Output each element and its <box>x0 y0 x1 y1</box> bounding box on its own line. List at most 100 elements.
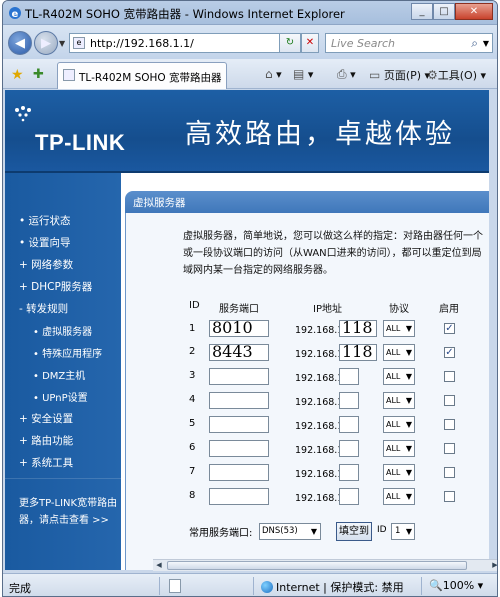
home-button[interactable]: ⌂ ▾ <box>265 67 282 81</box>
protocol-select[interactable]: ALL ▼ <box>383 344 415 361</box>
protocol-value: ALL <box>386 492 401 501</box>
browser-window: e TL-R402M SOHO 宽带路由器 - Windows Internet… <box>2 0 498 597</box>
search-icon[interactable]: ⌕ <box>471 36 478 51</box>
enable-checkbox[interactable] <box>444 491 455 502</box>
horizontal-scrollbar[interactable]: ◀ ▶ <box>153 559 497 571</box>
scroll-left-icon[interactable]: ◀ <box>153 561 165 571</box>
stop-button[interactable]: ✕ <box>301 33 319 53</box>
tab-router[interactable]: TL-R402M SOHO 宽带路由器 <box>57 62 227 89</box>
row-id: 6 <box>189 442 196 453</box>
ip-last-octet-field[interactable] <box>339 392 359 409</box>
command-bar: ★ ✚ TL-R402M SOHO 宽带路由器 ⌂ ▾ ▤ ▾ ⎙ ▾ ▭ 页面… <box>3 59 497 89</box>
enable-checkbox[interactable] <box>444 419 455 430</box>
port-field[interactable] <box>209 368 269 385</box>
fill-button[interactable]: 填空到 <box>336 522 372 541</box>
protocol-select[interactable]: ALL ▼ <box>383 392 415 409</box>
print-button[interactable]: ⎙ ▾ <box>337 67 356 82</box>
scrollbar-thumb[interactable] <box>167 561 467 570</box>
column-header-port: 服务端口 <box>219 304 259 315</box>
maximize-button[interactable]: □ <box>433 3 455 20</box>
enable-checkbox[interactable]: ✓ <box>444 323 455 334</box>
port-field[interactable] <box>209 392 269 409</box>
protocol-select[interactable]: ALL ▼ <box>383 440 415 457</box>
sidebar-item-network[interactable]: + 网络参数 <box>19 257 73 272</box>
home-icon: ⌂ <box>265 67 273 81</box>
sidebar-item-wizard[interactable]: • 设置向导 <box>19 235 71 250</box>
protocol-value: ALL <box>386 348 401 357</box>
sidebar-item-security[interactable]: + 安全设置 <box>19 411 73 426</box>
sidebar-item-forwarding[interactable]: - 转发规则 <box>19 301 68 316</box>
tools-menu-label: 工具(O) <box>437 69 478 82</box>
more-products-link[interactable]: 更多TP-LINK宽带路由器，请点击查看 >> <box>19 495 119 529</box>
port-field[interactable] <box>209 464 269 481</box>
feeds-button[interactable]: ▤ ▾ <box>293 67 313 81</box>
row-id: 3 <box>189 370 196 381</box>
port-field[interactable]: 8010 <box>209 320 269 337</box>
sidebar-item-status[interactable]: • 运行状态 <box>19 213 71 228</box>
port-field[interactable] <box>209 488 269 505</box>
protocol-select[interactable]: ALL ▼ <box>383 368 415 385</box>
ip-last-octet-field[interactable] <box>339 368 359 385</box>
security-zone[interactable]: Internet | 保护模式: 禁用 <box>261 579 404 595</box>
zoom-control[interactable]: 🔍100% ▾ <box>429 579 483 592</box>
sidebar: • 运行状态 • 设置向导 + 网络参数 + DHCP服务器 - 转发规则 • … <box>5 173 121 570</box>
checkmark-icon: ✓ <box>445 323 454 334</box>
row-id: 8 <box>189 490 196 501</box>
close-button[interactable]: ✕ <box>455 3 493 20</box>
scroll-right-icon[interactable]: ▶ <box>489 561 497 571</box>
ip-last-octet-field[interactable] <box>339 464 359 481</box>
sidebar-item-dhcp[interactable]: + DHCP服务器 <box>19 279 92 294</box>
chevron-down-icon: ▼ <box>310 527 317 536</box>
protocol-value: ALL <box>386 324 401 333</box>
chevron-down-icon: ▼ <box>405 492 412 501</box>
ip-last-octet-field[interactable] <box>339 440 359 457</box>
sidebar-divider <box>5 478 121 479</box>
url-field[interactable]: e http://192.168.1.1/ ▼ <box>69 33 309 53</box>
sidebar-item-special-apps[interactable]: • 特殊应用程序 <box>33 345 102 360</box>
sidebar-item-routing[interactable]: + 路由功能 <box>19 433 73 448</box>
minimize-button[interactable]: _ <box>411 3 433 20</box>
enable-checkbox[interactable] <box>444 443 455 454</box>
page-menu[interactable]: ▭ 页面(P) ▾ <box>369 67 430 83</box>
common-ports-select[interactable]: DNS(53) ▼ <box>259 523 321 540</box>
forward-button[interactable]: ▶ <box>34 31 58 55</box>
search-dropdown-icon[interactable]: ▼ <box>483 39 489 48</box>
refresh-icon: ↻ <box>285 37 295 48</box>
port-field[interactable] <box>209 416 269 433</box>
history-dropdown-icon[interactable]: ▼ <box>59 39 65 48</box>
address-bar: ◀ ▶ ▼ e http://192.168.1.1/ ▼ ↻ ✕ Live S… <box>3 25 497 59</box>
protocol-value: ALL <box>386 420 401 429</box>
sidebar-item-upnp[interactable]: • UPnP设置 <box>33 389 88 404</box>
title-bar: e TL-R402M SOHO 宽带路由器 - Windows Internet… <box>3 1 497 25</box>
port-field[interactable] <box>209 440 269 457</box>
enable-checkbox[interactable] <box>444 371 455 382</box>
arrow-left-icon: ◀ <box>15 35 25 51</box>
page-icon <box>63 69 75 81</box>
stop-icon: ✕ <box>305 37 315 48</box>
search-input[interactable]: Live Search ⌕ ▼ <box>325 33 493 53</box>
port-field[interactable]: 8443 <box>209 344 269 361</box>
ip-last-octet-field[interactable]: 118 <box>339 320 377 337</box>
ip-last-octet-field[interactable] <box>339 416 359 433</box>
fill-id-select[interactable]: 1 ▼ <box>391 523 415 540</box>
favorites-star-icon[interactable]: ★ <box>11 67 24 83</box>
row-id: 7 <box>189 466 196 477</box>
enable-checkbox[interactable] <box>444 467 455 478</box>
ip-last-octet-field[interactable]: 118 <box>339 344 377 361</box>
protocol-value: ALL <box>386 372 401 381</box>
ip-last-octet-field[interactable] <box>339 488 359 505</box>
tools-menu[interactable]: ⚙工具(O) ▾ <box>427 67 486 83</box>
back-button[interactable]: ◀ <box>8 31 32 55</box>
protocol-select[interactable]: ALL ▼ <box>383 488 415 505</box>
row-id: 1 <box>189 323 196 334</box>
enable-checkbox[interactable] <box>444 395 455 406</box>
enable-checkbox[interactable]: ✓ <box>444 347 455 358</box>
sidebar-item-dmz[interactable]: • DMZ主机 <box>33 367 85 382</box>
protocol-select[interactable]: ALL ▼ <box>383 464 415 481</box>
refresh-button[interactable]: ↻ <box>279 33 301 53</box>
protocol-select[interactable]: ALL ▼ <box>383 320 415 337</box>
add-favorites-icon[interactable]: ✚ <box>33 67 44 82</box>
protocol-select[interactable]: ALL ▼ <box>383 416 415 433</box>
sidebar-item-virtual-server[interactable]: • 虚拟服务器 <box>33 323 92 338</box>
sidebar-item-system-tools[interactable]: + 系统工具 <box>19 455 73 470</box>
